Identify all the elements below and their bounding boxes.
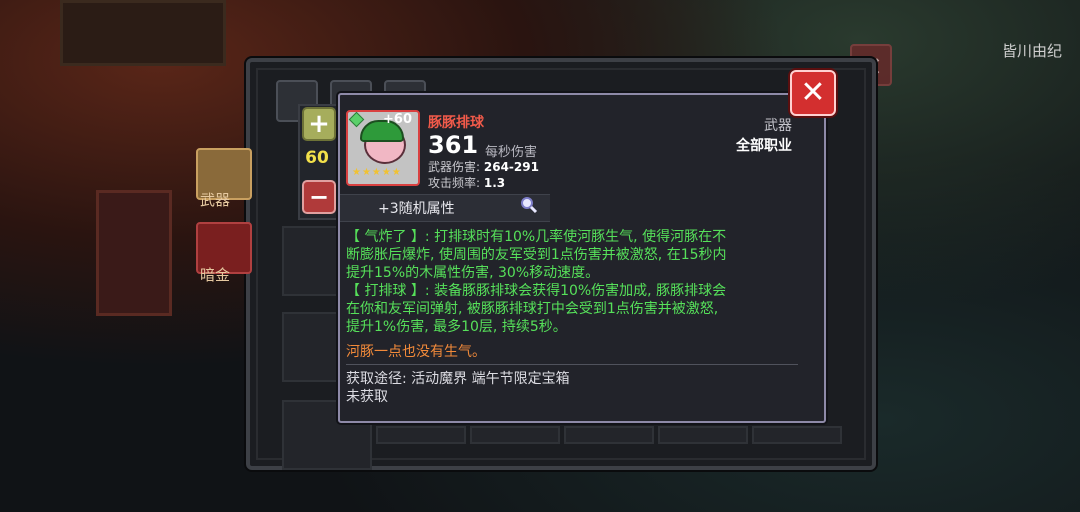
damage-label: 武器伤害: <box>428 160 481 174</box>
inventory-slot[interactable] <box>564 426 654 444</box>
random-attribute-label: +3随机属性 <box>378 201 455 217</box>
weapon-dps-value: 361 <box>428 131 479 159</box>
plus-icon: + <box>308 109 330 139</box>
increase-button[interactable]: + <box>302 107 336 141</box>
damage-value: 264-291 <box>483 160 539 174</box>
weapon-name: 豚豚排球 <box>428 115 484 131</box>
weapon-damage-stat: 武器伤害: 264-291 <box>428 158 539 175</box>
search-icon[interactable] <box>520 196 538 214</box>
background-decoration <box>96 190 172 316</box>
weapon-source: 获取途径: 活动魔界 端午节限定宝箱 <box>346 371 570 387</box>
weapon-description-line: 提升15%的木属性伤害, 30%移动速度。 <box>346 265 600 281</box>
weapon-description-line: 【 气炸了 】: 打排球时有10%几率使河豚生气, 使得河豚在不 <box>346 229 727 245</box>
inventory-slot[interactable] <box>376 426 466 444</box>
close-icon: ✕ <box>800 75 826 110</box>
player-name: 皆川由纪 <box>1001 42 1062 60</box>
weapon-description-line: 提升1%伤害, 最多10层, 持续5秒。 <box>346 319 567 335</box>
rate-value: 1.3 <box>483 176 506 190</box>
weapon-class: 全部职业 <box>736 138 792 154</box>
inventory-slot[interactable] <box>658 426 748 444</box>
weapon-rate-stat: 攻击频率: 1.3 <box>428 174 505 191</box>
weapon-description-line: 断膨胀后爆炸, 使周围的友军受到1点伤害并被激怒, 在15秒内 <box>346 247 727 263</box>
tab-dark-gold-label: 暗金 <box>200 266 231 284</box>
minus-icon: − <box>308 183 330 211</box>
background-decoration <box>60 0 226 66</box>
weapon-type: 武器 <box>764 118 792 134</box>
divider <box>346 364 798 365</box>
inventory-slot[interactable] <box>470 426 560 444</box>
weapon-rarity-stars: ★★★★★ <box>352 167 402 178</box>
decrease-button[interactable]: − <box>302 180 336 214</box>
quantity-value: 60 <box>305 148 329 168</box>
weapon-level-badge: +60 <box>383 112 412 127</box>
weapon-flavor-text: 河豚一点也没有生气。 <box>346 344 486 360</box>
tooltip-close-button[interactable]: ✕ <box>790 70 836 116</box>
weapon-description-line: 【 打排球 】: 装备豚豚排球会获得10%伤害加成, 豚豚排球会 <box>346 283 727 299</box>
weapon-status: 未获取 <box>346 389 388 405</box>
rate-label: 攻击频率: <box>428 176 481 190</box>
weapon-description-line: 在你和友军间弹射, 被豚豚排球打中会受到1点伤害并被激怒, <box>346 301 719 317</box>
tab-weapons-label: 武器 <box>200 191 231 209</box>
inventory-slot[interactable] <box>752 426 842 444</box>
